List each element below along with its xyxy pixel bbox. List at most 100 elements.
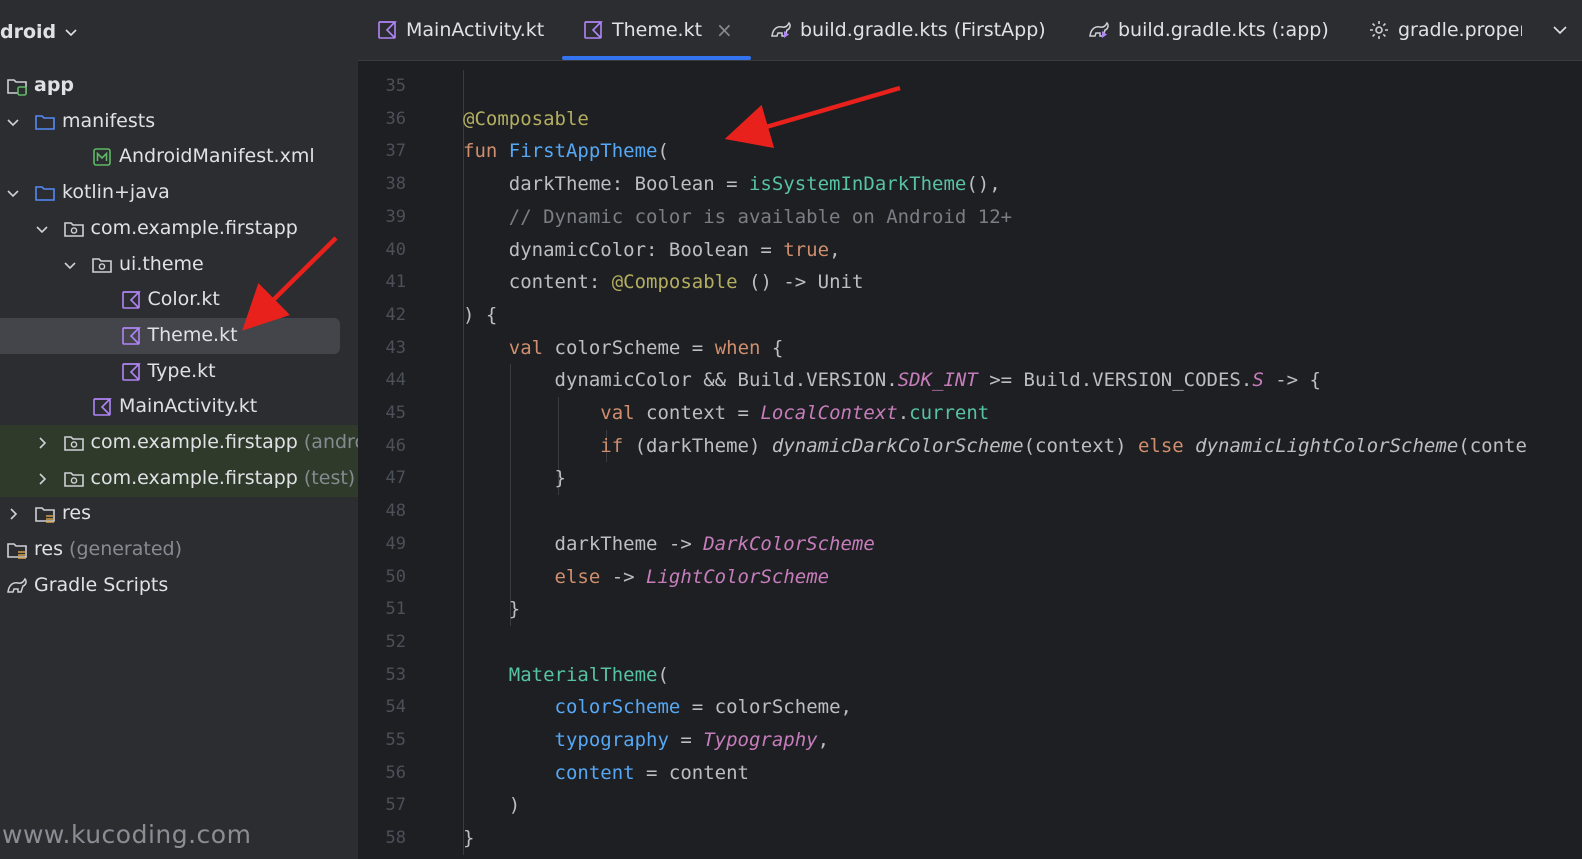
code-line[interactable]: MaterialTheme( [463,659,669,692]
package-icon [92,257,112,273]
code-token: // Dynamic color is available on Android… [463,205,1013,228]
tree-item-suffix: (androidT [303,431,358,453]
code-token: , [829,238,841,261]
code-line[interactable]: if (darkTheme) dynamicDarkColorScheme(co… [463,430,1527,463]
code-token: . [897,402,910,424]
code-token: (conte [1458,434,1527,457]
code-line[interactable]: darkTheme -> DarkColorScheme [463,528,875,561]
code-line[interactable]: colorScheme = colorScheme, [463,691,852,724]
line-number: 57 [385,795,406,816]
code-line[interactable]: dynamicColor: Boolean = true, [463,234,841,267]
code-token: LocalContext [760,402,898,424]
tree-item-label: com.example.firstapp (androidT [91,431,359,453]
code-token: isSystemInDarkTheme [748,173,967,196]
tree-item-suffix: (generated) [69,538,182,561]
code-line[interactable]: typography = Typography, [463,724,830,757]
tab-label: gradle.propert [1398,19,1522,41]
tree-item-label: Gradle Scripts [34,573,169,596]
tree-item[interactable]: MainActivity.kt [0,389,358,425]
watermark: www.kucoding.com [2,820,252,849]
tab-mainactivity-kt[interactable]: MainActivity.kt [376,0,544,60]
code-token: } [463,827,475,850]
code-line[interactable]: fun FirstAppTheme( [463,135,669,168]
tab-theme-kt[interactable]: Theme.kt × [562,0,751,60]
code-line[interactable]: dynamicColor && Build.VERSION.SDK_INT >=… [463,364,1321,397]
code-editor[interactable]: 35 36 37 38 39 40 41 42 43 44 45 46 47 48 49 50 51 52 53 54… [358,61,1582,859]
code-line[interactable]: @Composable [463,103,589,136]
code-token: Typography [703,729,818,751]
code-token: true [783,238,830,261]
code-line[interactable]: ) { [463,299,497,332]
code-token: if [600,434,635,457]
tree-item[interactable]: Theme.kt [0,317,358,354]
code-line[interactable]: val context = LocalContext.current [463,397,989,430]
code-line[interactable]: content = content [463,757,749,790]
tree-item[interactable]: manifests [0,104,358,140]
code-line[interactable]: else -> LightColorScheme [463,561,830,594]
code-token: ( [657,140,669,163]
code-line[interactable]: } [463,462,566,495]
code-token: >= Build.VERSION_CODES. [977,369,1253,392]
project-view-selector[interactable]: droid [0,14,78,50]
tree-item-label: res (generated) [34,538,182,561]
code-line[interactable]: // Dynamic color is available on Android… [463,201,1012,234]
chevron-right-icon[interactable] [35,436,49,450]
folder-icon [35,114,55,130]
code-line[interactable]: ) [463,789,520,822]
close-icon[interactable]: × [716,18,733,42]
code-token: fun [463,140,509,163]
project-view-label: droid [0,21,57,43]
code-token: = [668,729,704,751]
code-line[interactable]: content: @Composable () -> Unit [463,266,864,299]
chevron-down-icon[interactable] [6,115,20,129]
tab-overflow-chevron-icon[interactable] [1552,22,1568,38]
line-number: 38 [385,174,406,195]
code-token: (context) [1023,434,1138,457]
code-token: content: [463,271,612,294]
tree-item[interactable]: res (generated) [0,532,358,568]
code-line[interactable]: } [463,593,520,626]
tree-item[interactable]: Gradle Scripts [0,568,358,604]
tree-item[interactable]: com.example.firstapp (androidT [0,425,358,461]
manifest-file-icon [93,148,111,167]
code-token: else [554,565,601,588]
tab-build-gradle-kts-firstapp-[interactable]: build.gradle.kts (FirstApp) [770,0,1046,60]
code-token: dynamicColor: Boolean = [463,238,784,261]
tree-item[interactable]: res [0,496,358,532]
code-token: else [1137,434,1196,457]
tab-build-gradle-kts-app-[interactable]: build.gradle.kts (:app) [1088,0,1329,60]
tree-item[interactable]: AndroidManifest.xml [0,139,358,175]
chevron-down-icon[interactable] [6,186,20,200]
code-token: when [714,336,761,359]
line-number: 58 [385,828,406,849]
tree-item-label: Theme.kt [147,323,238,346]
kotlin-file-icon [378,21,397,39]
project-sidebar: droid app manifests AndroidManifest.xml kot… [0,0,358,859]
tree-item[interactable]: Color.kt [0,282,358,318]
chevron-down-icon[interactable] [35,222,49,236]
tree-item[interactable]: Type.kt [0,354,358,390]
line-number: 44 [385,370,406,391]
folder-icon [35,186,55,201]
chevron-right-icon[interactable] [6,507,20,521]
line-number: 40 [385,239,406,260]
chevron-down-icon[interactable] [63,258,77,272]
gradle-icon [7,577,27,593]
tree-item[interactable]: kotlin+java [0,175,358,211]
tree-item[interactable]: ui.theme [0,247,358,283]
chevron-right-icon[interactable] [35,472,49,486]
tree-item[interactable]: com.example.firstapp (test) [0,460,358,497]
code-line[interactable]: val colorScheme = when { [463,332,784,365]
tree-item[interactable]: app [0,68,358,104]
code-line[interactable]: } [463,822,474,855]
code-token: darkTheme -> [463,532,704,555]
code-line[interactable]: darkTheme: Boolean = isSystemInDarkTheme… [463,168,1001,201]
tree-item[interactable]: com.example.firstapp [0,211,358,247]
kotlin-file-icon [584,21,603,39]
tab-gradle-propert[interactable]: gradle.propert [1368,0,1522,60]
line-number: 56 [385,762,406,783]
